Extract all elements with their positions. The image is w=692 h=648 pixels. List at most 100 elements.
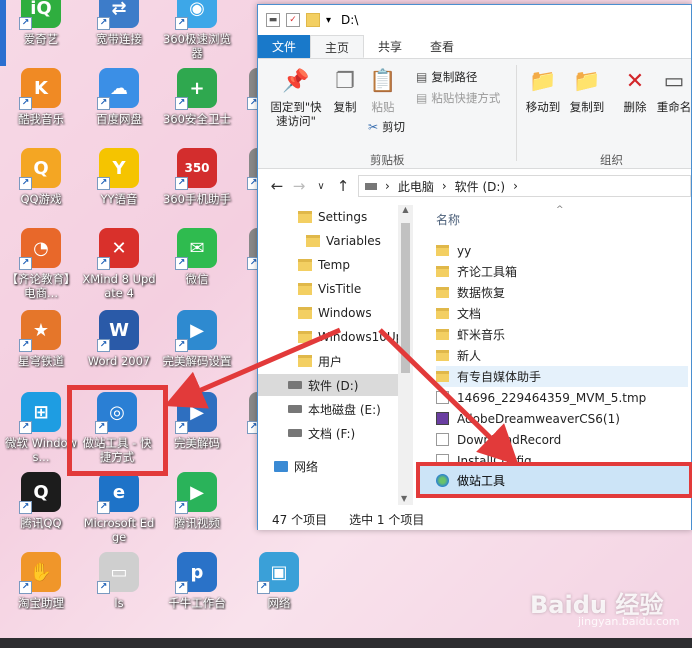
file-row[interactable]: 新人 bbox=[436, 345, 688, 366]
paste-button[interactable]: 📋 粘贴 bbox=[366, 67, 400, 115]
properties-icon[interactable]: ✓ bbox=[286, 13, 300, 27]
desktop-icon-taobao[interactable]: ✋ ↗ 淘宝助理 bbox=[4, 552, 78, 634]
breadcrumb-sep-icon: › bbox=[441, 179, 447, 193]
file-row[interactable]: yy bbox=[436, 240, 688, 261]
nav-item-2[interactable]: Temp bbox=[258, 254, 398, 276]
navigation-pane: Settings Variables Temp VisTitle Windows Wind… bbox=[258, 203, 416, 506]
up-arrow-icon[interactable]: ↑ bbox=[332, 177, 354, 195]
nav-item-label: 网络 bbox=[294, 459, 319, 474]
new-folder-icon[interactable] bbox=[306, 13, 320, 27]
folder-icon bbox=[436, 266, 449, 277]
ls-icon: ▭ ↗ bbox=[97, 552, 139, 594]
desktop-icon-qianniu[interactable]: p ↗ 千牛工作台 bbox=[160, 552, 234, 634]
desktop-icon-kugou[interactable]: K ↗ 酷我音乐 bbox=[4, 68, 78, 150]
history-chevron-icon[interactable]: ∨ bbox=[310, 181, 332, 192]
file-list-pane: 名称 ^ yy 齐论工具箱 数据恢复 文档 虾米音乐 新人 有专自媒体助手 14696_229… bbox=[426, 203, 692, 506]
rename-button[interactable]: ▭ 重命名 bbox=[656, 67, 692, 115]
desktop-icon-label: 完美解码设置 bbox=[162, 354, 232, 368]
back-arrow-icon[interactable]: ← bbox=[266, 177, 288, 195]
nav-item-0[interactable]: Settings bbox=[258, 206, 398, 228]
title-bar: ▬ ✓ ▾ D:\ bbox=[258, 5, 691, 35]
desktop-icon-tencentqq[interactable]: Q ↗ 腾讯QQ bbox=[4, 472, 78, 554]
scroll-down-icon[interactable]: ▼ bbox=[401, 494, 407, 503]
desktop-icon-word[interactable]: W ↗ Word 2007 bbox=[82, 310, 156, 392]
desktop-icon-star[interactable]: ★ ↗ 星穹铁道 bbox=[4, 310, 78, 392]
desktop-icon-wechat[interactable]: ✉ ↗ 微信 bbox=[160, 228, 234, 310]
file-row[interactable]: 齐论工具箱 bbox=[436, 261, 688, 282]
desktop-icon-360browser[interactable]: ◉ ↗ 360极速浏览器 bbox=[160, 0, 234, 70]
nav-item-10[interactable]: 网络 bbox=[258, 455, 398, 477]
desktop-icon-label: 【齐论教育】电商... bbox=[6, 272, 76, 300]
delete-button[interactable]: ✕ 删除 bbox=[618, 67, 652, 115]
desktop-icon-label: 腾讯QQ bbox=[20, 516, 62, 530]
scroll-up-icon[interactable]: ▲ bbox=[398, 205, 413, 214]
nav-item-9[interactable]: 文档 (F:) bbox=[258, 422, 398, 444]
chevron-down-icon[interactable]: ▾ bbox=[326, 15, 331, 26]
move-to-button[interactable]: 📁 移动到 bbox=[522, 67, 564, 115]
pin-quick-access-button[interactable]: 📌 固定到"快速访问" bbox=[268, 67, 324, 129]
file-row[interactable]: DownLoadRecord bbox=[436, 429, 688, 450]
desktop-icon-yy[interactable]: Y ↗ YY语音 bbox=[82, 148, 156, 230]
desktop-icon-ls[interactable]: ▭ ↗ ls bbox=[82, 552, 156, 634]
file-row[interactable]: 文档 bbox=[436, 303, 688, 324]
desktop-icon-tencentvideo[interactable]: ▶ ↗ 腾讯视频 bbox=[160, 472, 234, 554]
desktop-icon-edge[interactable]: e ↗ Microsoft Edge bbox=[82, 472, 156, 554]
nav-item-8[interactable]: 本地磁盘 (E:) bbox=[258, 398, 398, 420]
360safe-icon: + ↗ bbox=[175, 68, 217, 110]
taskbar[interactable] bbox=[0, 638, 692, 648]
nav-item-label: 文档 (F:) bbox=[308, 426, 356, 441]
nav-item-3[interactable]: VisTitle bbox=[258, 278, 398, 300]
nav-item-7[interactable]: 软件 (D:) bbox=[258, 374, 398, 396]
breadcrumb-this-pc[interactable]: 此电脑 bbox=[398, 178, 434, 195]
cut-button[interactable]: ✂ 剪切 bbox=[368, 119, 405, 135]
desktop-icon-player2[interactable]: ▶ ↗ 完美解码 bbox=[160, 392, 234, 474]
copy-path-button[interactable]: ▤ 复制路径 bbox=[416, 69, 477, 85]
tab-view[interactable]: 查看 bbox=[416, 35, 468, 58]
desktop-icon-360safe[interactable]: + ↗ 360安全卫士 bbox=[160, 68, 234, 150]
desktop-icon-player1[interactable]: ▶ ↗ 完美解码设置 bbox=[160, 310, 234, 392]
selected-file-row[interactable]: 做站工具 bbox=[416, 462, 692, 498]
star-icon: ★ ↗ bbox=[19, 310, 61, 352]
address-bar[interactable]: › 此电脑 › 软件 (D:) › bbox=[358, 175, 691, 197]
file-row[interactable]: 14696_229464359_MVM_5.tmp bbox=[436, 387, 688, 408]
shortcut-arrow-icon: ↗ bbox=[19, 501, 32, 514]
nav-item-5[interactable]: Windows10Up bbox=[258, 326, 398, 348]
nav-item-1[interactable]: Variables bbox=[258, 230, 398, 252]
nav-item-6[interactable]: 用户 bbox=[258, 350, 398, 372]
desktop-icon-qqgame[interactable]: Q ↗ QQ游戏 bbox=[4, 148, 78, 230]
column-header-name[interactable]: 名称 bbox=[436, 211, 460, 228]
nav-item-4[interactable]: Windows bbox=[258, 302, 398, 324]
file-row[interactable]: 有专自媒体助手 bbox=[436, 366, 688, 387]
shortcut-arrow-icon: ↗ bbox=[97, 17, 110, 30]
desktop-icon-360mobile[interactable]: 350 ↗ 360手机助手 bbox=[160, 148, 234, 230]
tab-share[interactable]: 共享 bbox=[364, 35, 416, 58]
copy-button[interactable]: ❐ 复制 bbox=[328, 67, 362, 115]
paste-shortcut-button[interactable]: ▤ 粘贴快捷方式 bbox=[416, 90, 500, 106]
desktop-icon-baidunetdisk[interactable]: ☁ ↗ 百度网盘 bbox=[82, 68, 156, 150]
desktop-icon-broadband[interactable]: ⇄ ↗ 宽带连接 bbox=[82, 0, 156, 70]
shortcut-arrow-icon: ↗ bbox=[97, 97, 110, 110]
copy-to-button[interactable]: 📁 复制到 bbox=[566, 67, 608, 115]
network-icon bbox=[274, 460, 288, 472]
file-row[interactable]: 虾米音乐 bbox=[436, 324, 688, 345]
rename-icon: ▭ bbox=[663, 69, 685, 94]
file-row[interactable]: 数据恢复 bbox=[436, 282, 688, 303]
folder-icon bbox=[298, 283, 312, 295]
shortcut-arrow-icon: ↗ bbox=[97, 339, 110, 352]
desktop-icon-xmind[interactable]: ✕ ↗ XMind 8 Update 4 bbox=[82, 228, 156, 310]
desktop-icon-label: Word 2007 bbox=[87, 354, 151, 368]
paste-shortcut-icon: ▤ bbox=[416, 91, 428, 105]
breadcrumb-drive-d[interactable]: 软件 (D:) bbox=[455, 178, 505, 195]
drive-icon bbox=[288, 405, 302, 413]
nav-scrollbar[interactable]: ▲ ▼ bbox=[398, 205, 413, 505]
360browser-icon: ◉ ↗ bbox=[175, 0, 217, 30]
nav-scroll-thumb[interactable] bbox=[401, 223, 410, 373]
tab-home[interactable]: 主页 bbox=[310, 35, 365, 58]
file-row[interactable]: AdobeDreamweaverCS6(1) bbox=[436, 408, 688, 429]
desktop-icon-iqiyi[interactable]: iQ ↗ 爱奇艺 bbox=[4, 0, 78, 70]
forward-arrow-icon[interactable]: → bbox=[288, 177, 310, 195]
tab-file[interactable]: 文件 bbox=[258, 35, 311, 58]
nav-item-label: 本地磁盘 (E:) bbox=[308, 402, 381, 417]
desktop-icon-network[interactable]: ▣ ↗ 网络 bbox=[242, 552, 316, 634]
desktop-icon-qilun[interactable]: ◔ ↗ 【齐论教育】电商... bbox=[4, 228, 78, 310]
